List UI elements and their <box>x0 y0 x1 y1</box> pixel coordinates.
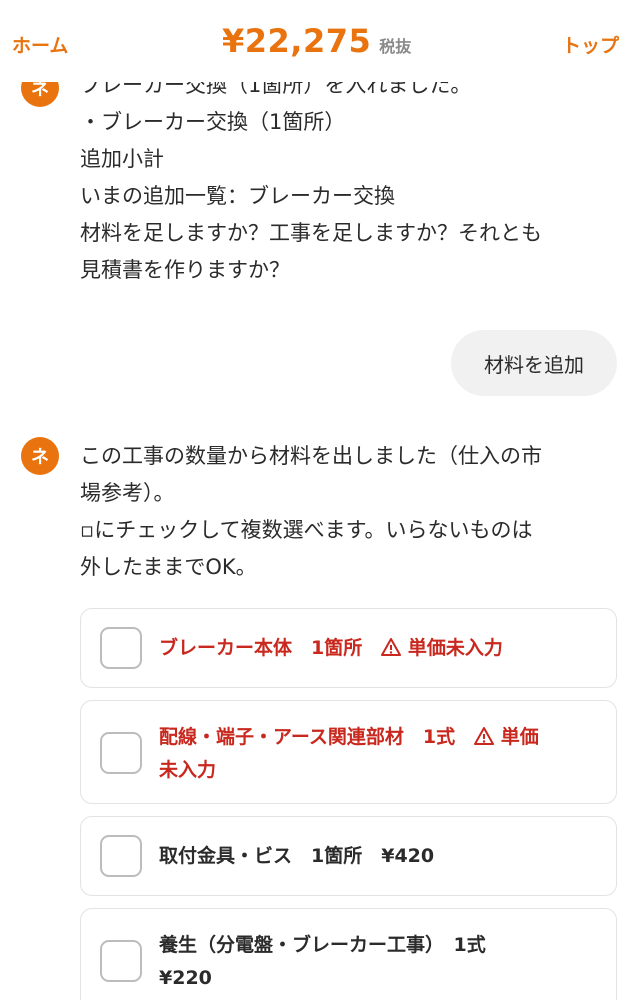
message-line: 見積書を作りますか？ <box>80 258 290 282</box>
home-link[interactable]: ホーム <box>12 31 68 58</box>
material-label: 養生（分電盤・ブレーカー工事） 1式 ¥220 <box>159 929 486 995</box>
material-option[interactable]: 配線・端子・アース関連部材 1式 単価 未入力 <box>80 700 617 804</box>
message-line: 場参考）。 <box>80 481 175 505</box>
material-option[interactable]: 取付金具・ビス 1箇所 ¥420 <box>80 816 617 896</box>
material-option[interactable]: ブレーカー本体 1箇所 単価未入力 <box>80 608 617 688</box>
message-line: 材料を足しますか？工事を足しますか？それとも <box>80 221 542 245</box>
tax-label: 税抜 <box>379 37 412 56</box>
top-bar: ホーム ¥22,275 税抜 トップ <box>0 0 625 82</box>
material-checkbox[interactable] <box>100 940 142 982</box>
message-line: この工事の数量から材料を出しました（仕入の市 <box>80 444 542 468</box>
assistant-avatar-label: ネ <box>31 447 49 468</box>
message-line: いまの追加一覧：ブレーカー交換 <box>80 184 395 208</box>
top-link[interactable]: トップ <box>562 31 619 58</box>
price-missing-warning: 単価 <box>500 726 539 748</box>
user-message-bubble: 材料を追加 <box>451 330 617 396</box>
user-message-text: 材料を追加 <box>484 352 584 377</box>
material-option[interactable]: 養生（分電盤・ブレーカー工事） 1式 ¥220 <box>80 908 617 1000</box>
warning-icon <box>381 638 402 656</box>
total-summary: ¥22,275 税抜 <box>222 22 411 60</box>
material-checkbox[interactable] <box>100 835 142 877</box>
message-line: 外したままでOK。 <box>80 555 257 579</box>
total-price: ¥22,275 <box>222 22 372 60</box>
material-name: 配線・端子・アース関連部材 1式 <box>159 726 475 748</box>
assistant-message: ブレーカー交換（1箇所）を入れました。 ・ブレーカー交換（1箇所） 追加小計 い… <box>80 67 542 289</box>
assistant-message: この工事の数量から材料を出しました（仕入の市 場参考）。 ▫にチェックして複数選… <box>80 438 542 586</box>
material-label: 配線・端子・アース関連部材 1式 単価 未入力 <box>159 721 539 787</box>
material-name: ブレーカー本体 1箇所 <box>159 637 382 659</box>
assistant-avatar: ネ <box>21 437 59 475</box>
material-label: ブレーカー本体 1箇所 単価未入力 <box>159 632 503 665</box>
price-missing-warning: 単価未入力 <box>407 637 503 659</box>
material-checkbox[interactable] <box>100 627 142 669</box>
message-line: 追加小計 <box>80 147 164 171</box>
warning-icon <box>474 727 495 745</box>
message-line: ・ブレーカー交換（1箇所） <box>80 110 346 134</box>
material-name: 養生（分電盤・ブレーカー工事） 1式 <box>159 934 486 956</box>
material-name: 取付金具・ビス 1箇所 ¥420 <box>159 845 435 867</box>
message-line: ▫にチェックして複数選べます。いらないものは <box>80 518 533 542</box>
material-checkbox[interactable] <box>100 732 142 774</box>
material-label: 取付金具・ビス 1箇所 ¥420 <box>159 840 434 873</box>
material-price: ¥220 <box>159 967 212 989</box>
material-name-continued: 未入力 <box>159 759 217 781</box>
